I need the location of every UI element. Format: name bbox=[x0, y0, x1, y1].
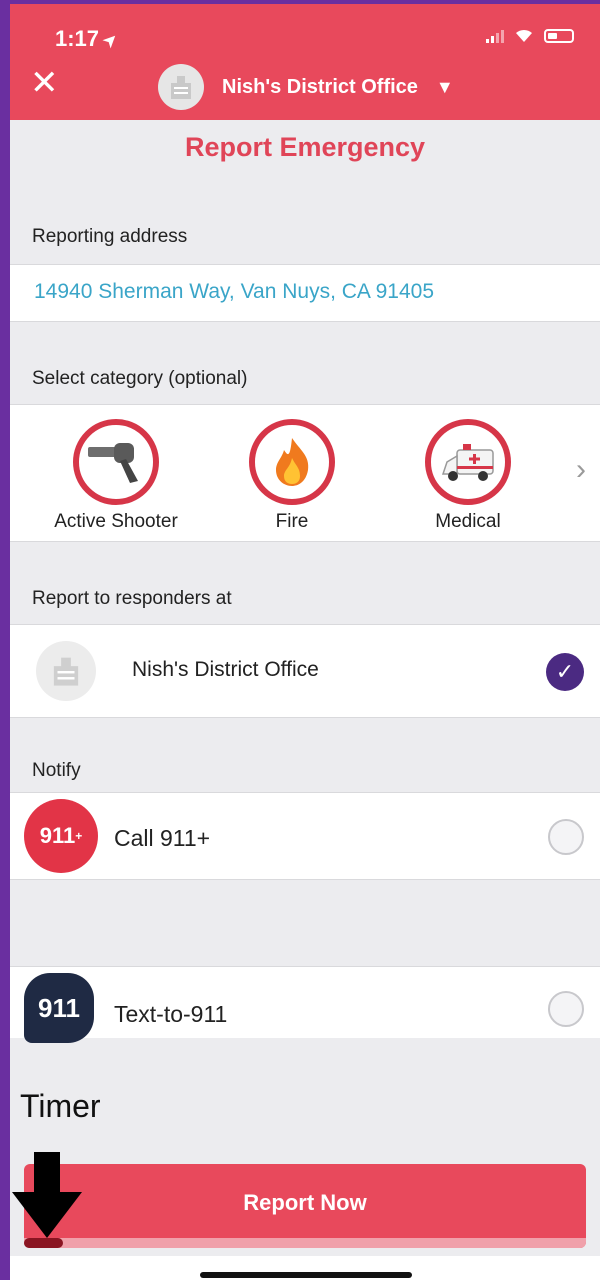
home-indicator[interactable] bbox=[200, 1272, 412, 1278]
text-911-icon: 911 bbox=[24, 973, 94, 1043]
text-911-radio[interactable] bbox=[548, 991, 584, 1027]
signal-icon bbox=[486, 29, 504, 43]
dropdown-caret-icon: ▼ bbox=[435, 76, 454, 97]
responders-label: Report to responders at bbox=[32, 588, 232, 609]
report-progress-track bbox=[24, 1238, 586, 1248]
app-screen: 1:17➤ ✕ Nish's District Office ▼ Report … bbox=[10, 4, 600, 1280]
office-building-icon bbox=[36, 641, 96, 701]
fire-icon bbox=[249, 419, 335, 505]
category-label-active-shooter: Active Shooter bbox=[54, 511, 178, 532]
responder-name: Nish's District Office bbox=[132, 658, 319, 681]
status-icons bbox=[486, 28, 574, 44]
page-title: Report Emergency bbox=[184, 132, 426, 162]
category-medical[interactable]: Medical bbox=[378, 419, 558, 533]
timer-label: Timer bbox=[20, 1088, 101, 1124]
notify-text-911-row[interactable]: 911 Text-to-911 bbox=[10, 966, 600, 1043]
address-value[interactable]: 14940 Sherman Way, Van Nuys, CA 91405 bbox=[34, 280, 434, 304]
category-carousel: Active Shooter Fire Medical › bbox=[10, 404, 600, 542]
category-label-fire: Fire bbox=[275, 511, 309, 532]
call-911-label: Call 911+ bbox=[114, 825, 211, 851]
status-time: 1:17➤ bbox=[55, 26, 123, 53]
report-now-button[interactable]: Report Now bbox=[24, 1164, 586, 1248]
checkmark-icon[interactable]: ✓ bbox=[546, 653, 584, 691]
category-fire[interactable]: Fire bbox=[202, 419, 382, 533]
notify-label: Notify bbox=[32, 760, 81, 781]
gun-icon bbox=[73, 419, 159, 505]
text-911-label: Text-to-911 bbox=[114, 1001, 228, 1027]
text-911-badge-text: 911 bbox=[38, 992, 80, 1023]
status-time-text: 1:17 bbox=[55, 26, 100, 51]
chevron-right-icon[interactable]: › bbox=[576, 453, 586, 487]
call-911-radio[interactable] bbox=[548, 819, 584, 855]
report-now-label: Report Now bbox=[243, 1190, 367, 1215]
location-arrow-icon: ➤ bbox=[97, 27, 123, 53]
call-911-icon: 911 + bbox=[24, 799, 98, 873]
wifi-icon bbox=[514, 28, 534, 44]
battery-icon bbox=[544, 29, 574, 43]
responder-row[interactable]: Nish's District Office ✓ bbox=[10, 624, 600, 718]
notify-call-911-row[interactable]: 911 + Call 911+ bbox=[10, 792, 600, 880]
close-icon[interactable]: ✕ bbox=[30, 66, 59, 100]
office-name: Nish's District Office bbox=[222, 75, 418, 98]
down-arrow-icon bbox=[12, 1152, 82, 1238]
category-label-medical: Medical bbox=[435, 511, 501, 532]
address-row[interactable]: 14940 Sherman Way, Van Nuys, CA 91405 bbox=[10, 264, 600, 322]
reporting-address-label: Reporting address bbox=[32, 226, 188, 247]
category-active-shooter[interactable]: Active Shooter bbox=[26, 419, 206, 533]
ambulance-icon bbox=[425, 419, 511, 505]
office-selector[interactable]: Nish's District Office ▼ bbox=[158, 64, 454, 110]
top-header: 1:17➤ ✕ Nish's District Office ▼ bbox=[10, 4, 600, 120]
office-building-icon bbox=[158, 64, 204, 110]
category-label: Select category (optional) bbox=[32, 368, 248, 389]
call-911-badge-text: 911 bbox=[39, 823, 76, 848]
